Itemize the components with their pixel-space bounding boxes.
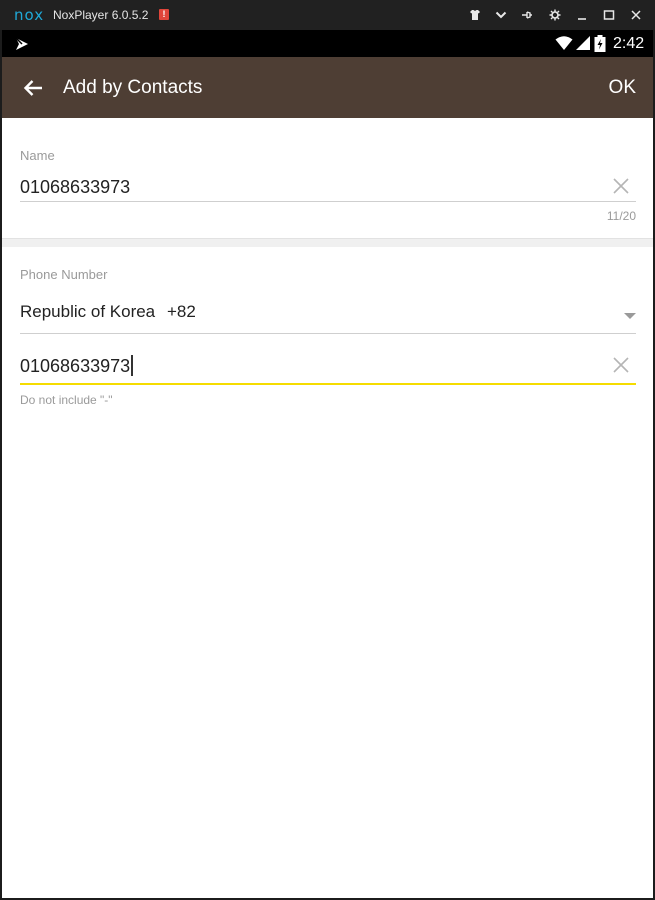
clear-name-icon[interactable] bbox=[610, 175, 632, 197]
phone-focus-underline bbox=[20, 383, 636, 385]
name-underline bbox=[20, 201, 636, 202]
page-title: Add by Contacts bbox=[63, 77, 203, 98]
pin-icon[interactable] bbox=[518, 6, 536, 24]
status-bar: 2:42 bbox=[2, 30, 653, 57]
signal-icon bbox=[576, 36, 590, 50]
country-code: +82 bbox=[167, 302, 196, 321]
alert-badge[interactable]: ! bbox=[159, 9, 169, 20]
country-name: Republic of Korea bbox=[20, 302, 156, 321]
back-arrow-icon[interactable] bbox=[20, 75, 46, 101]
name-char-counter: 11/20 bbox=[606, 209, 636, 223]
minimize-icon[interactable] bbox=[573, 6, 591, 24]
emulator-window: nox NoxPlayer 6.0.5.2 ! 2:42 Add by Cont… bbox=[0, 0, 655, 900]
close-icon[interactable] bbox=[627, 6, 645, 24]
status-time: 2:42 bbox=[613, 35, 645, 52]
app-notification-icon bbox=[15, 37, 28, 50]
text-caret bbox=[131, 355, 134, 376]
dropdown-arrow-icon bbox=[624, 313, 636, 319]
shirt-icon[interactable] bbox=[466, 6, 484, 24]
emulator-title: NoxPlayer 6.0.5.2 bbox=[53, 8, 149, 22]
name-input[interactable]: 01068633973 bbox=[20, 177, 600, 203]
clear-phone-icon[interactable] bbox=[610, 354, 632, 376]
country-select[interactable]: Republic of Korea +82 bbox=[20, 292, 636, 334]
maximize-icon[interactable] bbox=[600, 6, 618, 24]
phone-hint: Do not include "-" bbox=[20, 393, 113, 407]
wifi-icon bbox=[555, 36, 573, 50]
app-bar: Add by Contacts OK bbox=[2, 57, 653, 118]
country-underline bbox=[20, 333, 636, 334]
phone-number-input[interactable]: 01068633973 bbox=[20, 348, 636, 384]
nox-logo: nox bbox=[14, 6, 45, 24]
android-screen: 2:42 Add by Contacts OK Name 01068633973… bbox=[2, 30, 653, 898]
ok-button[interactable]: OK bbox=[609, 77, 636, 99]
name-label: Name bbox=[20, 148, 55, 163]
section-divider bbox=[2, 238, 653, 247]
phone-number-label: Phone Number bbox=[20, 267, 108, 282]
phone-number-value: 01068633973 bbox=[20, 356, 131, 376]
gear-icon[interactable] bbox=[546, 6, 564, 24]
emulator-title-bar: nox NoxPlayer 6.0.5.2 ! bbox=[0, 0, 655, 30]
battery-icon bbox=[594, 35, 606, 52]
chevron-down-icon[interactable] bbox=[492, 6, 510, 24]
